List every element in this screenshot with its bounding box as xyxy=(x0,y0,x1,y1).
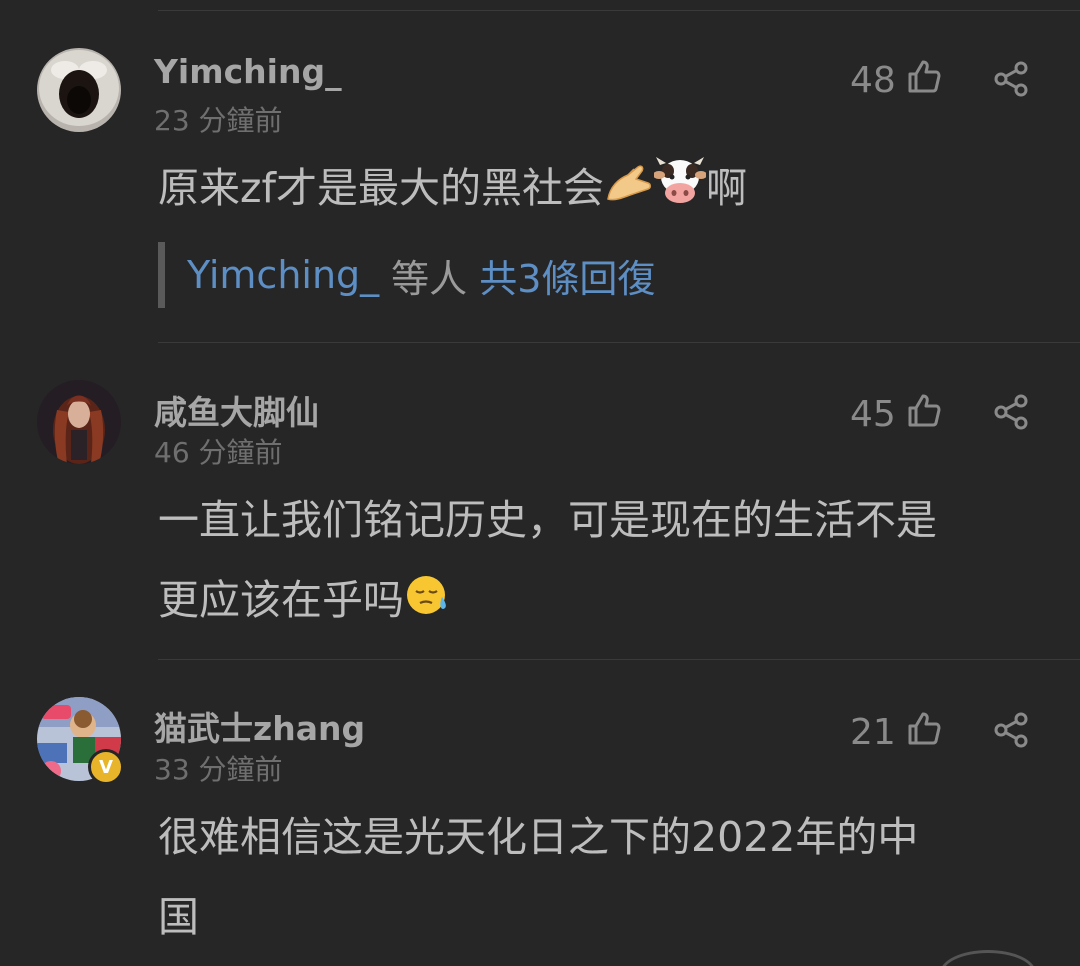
thumbs-up-icon xyxy=(906,392,942,437)
share-icon[interactable] xyxy=(992,711,1030,753)
divider xyxy=(158,342,1080,343)
comment-text-line: 一直让我们铭记历史，可是现在的生活不是 xyxy=(158,496,937,544)
avatar[interactable] xyxy=(37,48,121,132)
thumbs-up-icon xyxy=(906,58,942,103)
like-button[interactable]: 45 xyxy=(850,392,942,437)
comment-text-line-2: 更应该在乎吗 xyxy=(158,576,404,624)
comment-text: 原来zf才是最大的黑社会 啊 xyxy=(158,148,1058,231)
comment-text-line: 国 xyxy=(158,893,199,941)
cow-face-icon xyxy=(652,151,707,231)
like-count: 48 xyxy=(850,60,896,101)
comment-list: Yimching_ 23 分鐘前 48 原来zf才是最大的黑社会 啊 Yimch… xyxy=(0,0,1080,966)
timestamp: 46 分鐘前 xyxy=(154,436,283,469)
comment-text-main: 原来zf才是最大的黑社会 xyxy=(158,164,604,212)
timestamp: 33 分鐘前 xyxy=(154,753,283,786)
comment-text: 很难相信这是光天化日之下的2022年的中 国 xyxy=(158,797,1058,957)
username[interactable]: 咸鱼大脚仙 xyxy=(154,386,319,434)
like-button[interactable]: 48 xyxy=(850,58,942,103)
replies-preview[interactable]: Yimching_ 等人 共3條回復 xyxy=(158,242,655,308)
divider xyxy=(158,10,1080,11)
username[interactable]: 猫武士zhang xyxy=(154,702,365,750)
reply-bar xyxy=(158,242,165,308)
comment-text: 一直让我们铭记历史，可是现在的生活不是 更应该在乎吗 xyxy=(158,480,1058,643)
reply-username[interactable]: Yimching_ xyxy=(187,253,379,297)
comment-text-tail: 啊 xyxy=(705,164,747,212)
divider xyxy=(158,659,1080,660)
downcast-sweat-face-icon xyxy=(404,563,450,643)
share-icon[interactable] xyxy=(992,393,1030,435)
comment-text-line: 很难相信这是光天化日之下的2022年的中 xyxy=(158,813,919,861)
like-count: 21 xyxy=(850,712,896,753)
avatar[interactable] xyxy=(37,380,121,464)
like-count: 45 xyxy=(850,394,896,435)
timestamp: 23 分鐘前 xyxy=(154,104,283,137)
like-button[interactable]: 21 xyxy=(850,710,942,755)
reply-count-link[interactable]: 共3條回復 xyxy=(479,248,655,303)
reply-others-label: 等人 xyxy=(391,256,468,301)
share-icon[interactable] xyxy=(992,60,1030,102)
username[interactable]: Yimching_ xyxy=(154,52,342,91)
comment-text-line: 更应该在乎吗 xyxy=(158,560,1058,643)
pinching-hand-icon xyxy=(604,151,654,231)
thumbs-up-icon xyxy=(906,710,942,755)
verified-badge: V xyxy=(88,749,124,785)
